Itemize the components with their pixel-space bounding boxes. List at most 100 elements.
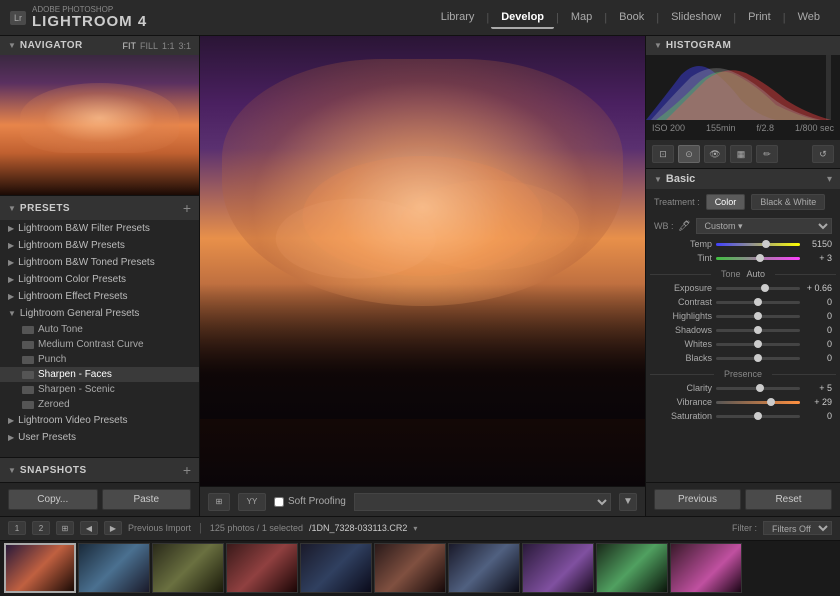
auto-tone-btn[interactable]: Auto bbox=[747, 269, 766, 279]
preset-group-bw-header[interactable]: ▶ Lightroom B&W Presets bbox=[0, 237, 199, 254]
shadows-slider[interactable] bbox=[716, 329, 800, 332]
preset-icon bbox=[22, 341, 34, 349]
preset-auto-tone[interactable]: Auto Tone bbox=[0, 322, 199, 337]
preset-group-video-header[interactable]: ▶ Lightroom Video Presets bbox=[0, 412, 199, 429]
nav-web[interactable]: Web bbox=[788, 7, 830, 29]
nav-divider-1: | bbox=[486, 7, 489, 29]
filmstrip-grid-btn[interactable]: ⊞ bbox=[56, 521, 74, 535]
preset-medium-contrast[interactable]: Medium Contrast Curve bbox=[0, 337, 199, 352]
filmstrip-thumb-5[interactable] bbox=[374, 543, 446, 593]
basic-header[interactable]: ▼ Basic ▾ bbox=[646, 169, 840, 189]
filmstrip-thumb-8[interactable] bbox=[596, 543, 668, 593]
right-panel-buttons: Previous Reset bbox=[646, 482, 840, 516]
preset-group-color-header[interactable]: ▶ Lightroom Color Presets bbox=[0, 271, 199, 288]
view-grid-btn[interactable]: YY bbox=[238, 493, 266, 511]
spot-removal-tool[interactable]: ⊙ bbox=[678, 145, 700, 163]
filmstrip-thumb-7[interactable] bbox=[522, 543, 594, 593]
preset-sharpen-scenic[interactable]: Sharpen - Scenic bbox=[0, 382, 199, 397]
filmstrip-filter-select[interactable]: Filters Off bbox=[763, 521, 832, 535]
color-treatment-btn[interactable]: Color bbox=[706, 194, 746, 210]
preset-icon bbox=[22, 371, 34, 379]
history-btn[interactable]: ↺ bbox=[812, 145, 834, 163]
nav-develop[interactable]: Develop bbox=[491, 7, 554, 29]
reset-button[interactable]: Reset bbox=[745, 489, 832, 510]
presets-add-btn[interactable]: + bbox=[183, 200, 191, 216]
preset-icon bbox=[22, 326, 34, 334]
wb-eyedropper-tool[interactable]: 🖊 bbox=[678, 219, 692, 233]
clarity-slider[interactable] bbox=[716, 387, 800, 390]
filmstrip-thumb-2[interactable] bbox=[152, 543, 224, 593]
contrast-slider[interactable] bbox=[716, 301, 800, 304]
tint-slider[interactable] bbox=[716, 257, 800, 260]
preset-group-user-label: User Presets bbox=[18, 432, 76, 443]
filmstrip-next-btn[interactable]: ▶ bbox=[104, 521, 122, 535]
histogram-area: ISO 200 155min f/2.8 1/800 sec bbox=[646, 55, 840, 140]
preset-group-bwfilter-label: Lightroom B&W Filter Presets bbox=[18, 223, 150, 234]
preset-group-effect-header[interactable]: ▶ Lightroom Effect Presets bbox=[0, 288, 199, 305]
adobe-label: ADOBE PHOTOSHOP bbox=[32, 6, 147, 14]
filmstrip-toolbar: 1 2 ⊞ ◀ ▶ Previous Import | 125 photos /… bbox=[0, 517, 840, 541]
bw-treatment-btn[interactable]: Black & White bbox=[751, 194, 825, 210]
preset-sharpen-scenic-label: Sharpen - Scenic bbox=[38, 384, 115, 395]
soft-proofing-checkbox[interactable] bbox=[274, 497, 284, 507]
zoom-dropdown[interactable] bbox=[354, 493, 611, 511]
filmstrip-thumb-0[interactable] bbox=[4, 543, 76, 593]
crop-tool[interactable]: ⊡ bbox=[652, 145, 674, 163]
preset-group-bwtoned-header[interactable]: ▶ Lightroom B&W Toned Presets bbox=[0, 254, 199, 271]
preset-group-bwfilter-header[interactable]: ▶ Lightroom B&W Filter Presets bbox=[0, 220, 199, 237]
navigator-header[interactable]: ▼ Navigator FIT FILL 1:1 3:1 bbox=[0, 36, 199, 55]
paste-button[interactable]: Paste bbox=[102, 489, 192, 510]
histogram-title: Histogram bbox=[666, 40, 731, 51]
whites-slider[interactable] bbox=[716, 343, 800, 346]
zoom-fill[interactable]: FILL bbox=[140, 41, 158, 51]
zoom-fit[interactable]: FIT bbox=[122, 41, 136, 51]
preset-zeroed[interactable]: Zeroed bbox=[0, 397, 199, 412]
nav-map[interactable]: Map bbox=[561, 7, 602, 29]
highlights-slider[interactable] bbox=[716, 315, 800, 318]
tone-section-label: Tone Auto bbox=[646, 265, 840, 281]
nav-book[interactable]: Book bbox=[609, 7, 654, 29]
snapshots-add-btn[interactable]: + bbox=[183, 462, 191, 478]
adjustment-brush-tool[interactable]: ✏ bbox=[756, 145, 778, 163]
zoom-3to1[interactable]: 3:1 bbox=[178, 41, 191, 51]
vibrance-value: + 29 bbox=[804, 397, 832, 407]
filmstrip-thumb-1[interactable] bbox=[78, 543, 150, 593]
soft-proofing-label: Soft Proofing bbox=[288, 496, 346, 507]
red-eye-tool[interactable]: 👁 bbox=[704, 145, 726, 163]
snapshots-header[interactable]: ▼ Snapshots + bbox=[0, 457, 199, 482]
filmstrip-thumb-3[interactable] bbox=[226, 543, 298, 593]
blacks-slider[interactable] bbox=[716, 357, 800, 360]
preset-sharpen-faces[interactable]: Sharpen - Faces bbox=[0, 367, 199, 382]
temp-slider[interactable] bbox=[716, 243, 800, 246]
zoom-1to1[interactable]: 1:1 bbox=[162, 41, 175, 51]
view-loupe-btn[interactable]: ⊞ bbox=[208, 493, 230, 511]
preset-group-general: ▼ Lightroom General Presets Auto Tone Me… bbox=[0, 305, 199, 412]
tint-value: + 3 bbox=[804, 253, 832, 263]
nav-slideshow[interactable]: Slideshow bbox=[661, 7, 731, 29]
exposure-slider[interactable] bbox=[716, 287, 800, 290]
filmstrip-thumb-4[interactable] bbox=[300, 543, 372, 593]
filmstrip-view-1[interactable]: 1 bbox=[8, 521, 26, 535]
filmstrip-thumb-6[interactable] bbox=[448, 543, 520, 593]
previous-button[interactable]: Previous bbox=[654, 489, 741, 510]
nav-library[interactable]: Library bbox=[431, 7, 485, 29]
copy-button[interactable]: Copy... bbox=[8, 489, 98, 510]
wb-select[interactable]: Custom ▾ As Shot Auto Daylight Cloudy Sh… bbox=[696, 218, 833, 234]
filmstrip-thumb-9[interactable] bbox=[670, 543, 742, 593]
preset-group-user-header[interactable]: ▶ User Presets bbox=[0, 429, 199, 446]
preset-group-general-header[interactable]: ▼ Lightroom General Presets bbox=[0, 305, 199, 322]
nav-divider-5: | bbox=[733, 7, 736, 29]
presets-header[interactable]: ▼ Presets + bbox=[0, 196, 199, 220]
selected-file-dropdown[interactable]: ▾ bbox=[413, 524, 417, 533]
vibrance-slider[interactable] bbox=[716, 401, 800, 404]
nav-print[interactable]: Print bbox=[738, 7, 781, 29]
graduated-filter-tool[interactable]: ▦ bbox=[730, 145, 752, 163]
saturation-slider[interactable] bbox=[716, 415, 800, 418]
filmstrip-prev-btn[interactable]: ◀ bbox=[80, 521, 98, 535]
filmstrip-view-2[interactable]: 2 bbox=[32, 521, 50, 535]
preset-punch[interactable]: Punch bbox=[0, 352, 199, 367]
filmstrip-selected-file: /1DN_7328-033113.CR2 bbox=[309, 523, 407, 533]
histogram-header[interactable]: ▼ Histogram bbox=[646, 36, 840, 55]
navigator-section: ▼ Navigator FIT FILL 1:1 3:1 bbox=[0, 36, 199, 196]
expand-button[interactable]: ▼ bbox=[619, 493, 637, 511]
